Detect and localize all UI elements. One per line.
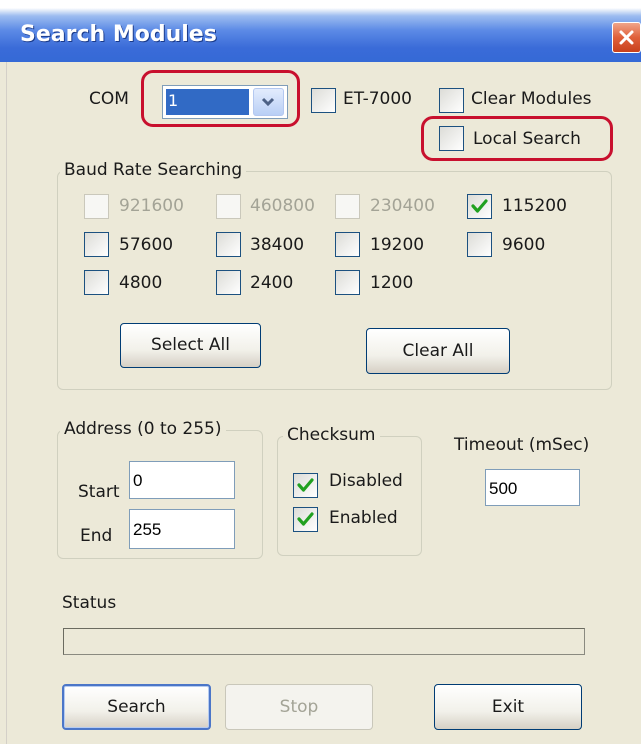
baud-19200-checkbox[interactable] xyxy=(335,232,360,257)
clear-modules-label: Clear Modules xyxy=(471,89,592,109)
search-modules-window: Search Modules COM 1 ET-7000 Clear Modul… xyxy=(0,0,641,744)
baud-1200-checkbox[interactable] xyxy=(335,270,360,295)
baud-460800-checkbox[interactable] xyxy=(216,194,241,219)
com-select[interactable]: 1 xyxy=(162,85,288,119)
baud-4800-checkbox[interactable] xyxy=(84,270,109,295)
baud-230400-label: 230400 xyxy=(370,196,435,216)
com-label: COM xyxy=(89,89,129,109)
timeout-label: Timeout (mSec) xyxy=(454,435,590,455)
window-title: Search Modules xyxy=(20,22,217,47)
baud-9600-checkbox[interactable] xyxy=(467,232,492,257)
timeout-input[interactable] xyxy=(485,469,580,506)
baud-57600-checkbox[interactable] xyxy=(84,232,109,257)
baud-2400-label: 2400 xyxy=(250,273,294,293)
title-bar[interactable]: Search Modules xyxy=(0,0,641,62)
baud-9600-label: 9600 xyxy=(502,235,546,255)
baud-921600-checkbox[interactable] xyxy=(84,194,109,219)
baud-38400-label: 38400 xyxy=(250,235,305,255)
baud-4800-label: 4800 xyxy=(119,273,163,293)
select-all-button[interactable]: Select All xyxy=(120,323,261,368)
baud-230400-checkbox[interactable] xyxy=(335,194,360,219)
baud-rate-group-title: Baud Rate Searching xyxy=(60,160,247,180)
search-button[interactable]: Search xyxy=(62,684,211,730)
checksum-group-title: Checksum xyxy=(283,425,380,445)
com-selected-value: 1 xyxy=(166,89,249,115)
checksum-enabled-checkbox[interactable] xyxy=(293,507,318,532)
baud-57600-label: 57600 xyxy=(119,235,174,255)
et7000-checkbox[interactable] xyxy=(311,88,336,113)
end-address-input[interactable] xyxy=(129,509,235,549)
stop-button[interactable]: Stop xyxy=(225,684,373,730)
et7000-label: ET-7000 xyxy=(343,89,412,109)
baud-1200-label: 1200 xyxy=(370,273,414,293)
baud-115200-label: 115200 xyxy=(502,196,567,216)
local-search-checkbox[interactable] xyxy=(439,126,464,151)
status-progress-bar xyxy=(63,628,585,655)
status-label: Status xyxy=(62,593,117,613)
close-button[interactable] xyxy=(612,22,641,53)
baud-115200-checkbox[interactable] xyxy=(467,194,492,219)
checksum-disabled-label: Disabled xyxy=(329,471,403,491)
start-label: Start xyxy=(78,482,120,502)
checksum-enabled-label: Enabled xyxy=(329,508,398,528)
local-search-label: Local Search xyxy=(473,129,581,149)
start-address-input[interactable] xyxy=(129,461,235,499)
window-border xyxy=(0,62,7,744)
checksum-disabled-checkbox[interactable] xyxy=(293,473,318,498)
end-label: End xyxy=(80,526,113,546)
exit-button[interactable]: Exit xyxy=(434,684,582,730)
baud-38400-checkbox[interactable] xyxy=(216,232,241,257)
clear-all-button[interactable]: Clear All xyxy=(366,328,510,374)
com-dropdown-button[interactable] xyxy=(253,88,284,116)
address-group-title: Address (0 to 255) xyxy=(60,419,226,439)
clear-modules-checkbox[interactable] xyxy=(439,88,464,113)
baud-921600-label: 921600 xyxy=(119,196,184,216)
baud-19200-label: 19200 xyxy=(370,235,425,255)
baud-460800-label: 460800 xyxy=(250,196,315,216)
baud-2400-checkbox[interactable] xyxy=(216,270,241,295)
